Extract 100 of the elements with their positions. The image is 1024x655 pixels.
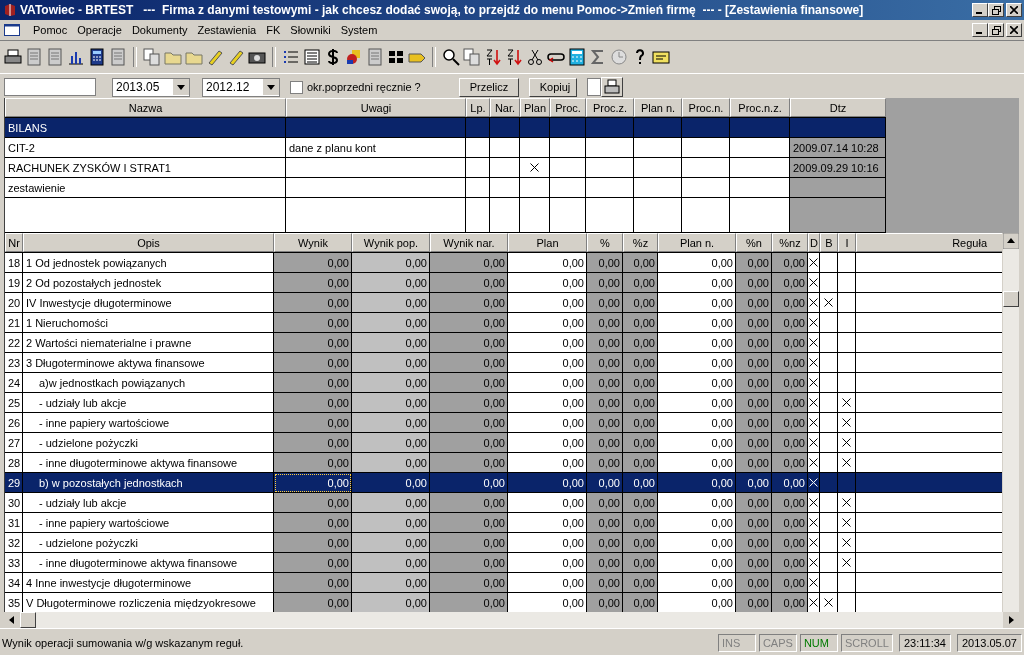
table-row[interactable]: 19 2 Od pozostałych jednostek 0,00 0,00 0,00 0,00 0,00 0,00 0,00 0,00 0,00 xyxy=(5,273,1002,293)
table-cell xyxy=(550,138,586,158)
column-header[interactable]: B xyxy=(820,233,838,252)
menu-item[interactable]: Pomoc xyxy=(28,24,73,36)
table-cell: 0,00 xyxy=(772,413,808,433)
pencil-icon[interactable] xyxy=(227,48,245,66)
table-row[interactable]: 18 1 Od jednostek powiązanych 0,00 0,00 0,00 0,00 0,00 0,00 0,00 0,00 0,00 xyxy=(5,253,1002,273)
calculator-icon[interactable] xyxy=(568,48,586,66)
close-button[interactable] xyxy=(1006,3,1022,17)
menu-item[interactable]: Operacje xyxy=(72,24,127,36)
table-row[interactable]: 30 - udziały lub akcje 0,00 0,00 0,00 0,00 0,00 0,00 0,00 0,00 0,00 xyxy=(5,493,1002,513)
column-header[interactable]: Opis xyxy=(23,233,274,252)
column-header[interactable]: Nar. xyxy=(490,98,520,117)
scrollbar-thumb[interactable] xyxy=(20,612,36,628)
menu-item[interactable]: Dokumenty xyxy=(126,24,193,36)
column-header[interactable]: Lp. xyxy=(466,98,490,117)
table-cell: 0,00 xyxy=(587,593,623,612)
input-field[interactable] xyxy=(4,78,96,96)
column-header[interactable]: Proc.n. xyxy=(682,98,730,117)
table-cell: 0,00 xyxy=(508,373,587,393)
table-row[interactable]: CIT-2 dane z planu kont 2009.07.14 10:28 xyxy=(5,138,886,158)
table-cell: 0,00 xyxy=(587,473,623,493)
restore-button[interactable] xyxy=(988,3,1004,17)
scroll-right-icon[interactable] xyxy=(1003,612,1019,628)
table-cell: a)w jednostkach powiązanych xyxy=(23,373,274,393)
sort-icon[interactable] xyxy=(484,48,502,66)
table-row[interactable]: 20 IV Inwestycje długoterminowe 0,00 0,00 0,00 0,00 0,00 0,00 0,00 0,00 0,00 xyxy=(5,293,1002,313)
table-row[interactable]: 33 - inne długoterminowe aktywa finansowe 0,00 0,00 0,00 0,00 0,00 0,00 0,00 0,00 0,00 xyxy=(5,553,1002,573)
column-header[interactable]: Proc.z. xyxy=(586,98,634,117)
column-header[interactable]: Wynik nar. xyxy=(430,233,508,252)
column-header[interactable]: D xyxy=(808,233,820,252)
table-row[interactable]: zestawienie xyxy=(5,178,886,198)
column-header[interactable]: % xyxy=(587,233,623,252)
list-icon[interactable] xyxy=(303,48,321,66)
list-icon[interactable] xyxy=(282,48,300,66)
table-cell xyxy=(466,138,490,158)
column-header[interactable]: I xyxy=(838,233,856,252)
period-dropdown[interactable]: 2013.05 xyxy=(112,77,190,97)
action-button[interactable]: Przelicz xyxy=(458,77,519,97)
table-row[interactable]: 22 2 Wartości niematerialne i prawne 0,00 0,00 0,00 0,00 0,00 0,00 0,00 0,00 0,00 xyxy=(5,333,1002,353)
minimize-button[interactable] xyxy=(972,23,988,37)
column-header[interactable]: Wynik pop. xyxy=(352,233,430,252)
table-row[interactable]: 25 - udziały lub akcje 0,00 0,00 0,00 0,00 0,00 0,00 0,00 0,00 0,00 xyxy=(5,393,1002,413)
scrollbar-thumb[interactable] xyxy=(1003,291,1019,307)
column-header[interactable]: Dtz xyxy=(790,98,886,117)
menu-item[interactable]: Zestawienia xyxy=(192,24,262,36)
print-button[interactable] xyxy=(600,77,623,97)
action-button[interactable]: Kopiuj xyxy=(528,77,577,97)
search-icon[interactable] xyxy=(442,48,460,66)
vertical-scrollbar[interactable] xyxy=(1002,233,1019,612)
card-icon[interactable] xyxy=(652,48,670,66)
table-cell: 0,00 xyxy=(772,353,808,373)
table-row[interactable]: 34 4 Inne inwestycje długoterminowe 0,00 0,00 0,00 0,00 0,00 0,00 0,00 0,00 0,00 xyxy=(5,573,1002,593)
period-dropdown[interactable]: 2012.12 xyxy=(202,77,280,97)
table-row[interactable]: 26 - inne papiery wartościowe 0,00 0,00 0,00 0,00 0,00 0,00 0,00 0,00 0,00 xyxy=(5,413,1002,433)
column-header[interactable]: Wynik xyxy=(274,233,352,252)
column-header[interactable]: Plan xyxy=(508,233,587,252)
grid-icon[interactable] xyxy=(387,48,405,66)
column-header[interactable]: %n xyxy=(736,233,772,252)
table-row[interactable]: 31 - inne papiery wartościowe 0,00 0,00 0,00 0,00 0,00 0,00 0,00 0,00 0,00 xyxy=(5,513,1002,533)
table-row[interactable]: BILANS xyxy=(5,118,886,138)
menu-item[interactable]: FK xyxy=(261,24,286,36)
column-header[interactable]: %nz xyxy=(772,233,808,252)
pencil-icon[interactable] xyxy=(206,48,224,66)
copy-icon[interactable] xyxy=(463,48,481,66)
column-header[interactable]: Nr xyxy=(5,233,23,252)
table-cell: 0,00 xyxy=(736,253,772,273)
table-row[interactable]: 29 b) w pozostałych jednostkach 0,00 0,00 0,00 0,00 0,00 0,00 0,00 0,00 0,00 xyxy=(5,473,1002,493)
table-row[interactable]: 32 - udzielone pożyczki 0,00 0,00 0,00 0,00 0,00 0,00 0,00 0,00 0,00 xyxy=(5,533,1002,553)
column-header[interactable]: Proc. xyxy=(550,98,586,117)
calculator-icon[interactable] xyxy=(88,48,106,66)
shapes-icon[interactable] xyxy=(345,48,363,66)
minimize-button[interactable] xyxy=(972,3,988,17)
restore-button[interactable] xyxy=(988,23,1004,37)
column-header[interactable]: %z xyxy=(623,233,658,252)
table-cell xyxy=(634,198,682,233)
checkbox[interactable] xyxy=(290,80,303,94)
table-row[interactable]: 24 a)w jednostkach powiązanych 0,00 0,00 0,00 0,00 0,00 0,00 0,00 0,00 0,00 xyxy=(5,373,1002,393)
table-row[interactable]: 28 - inne długoterminowe aktywa finansowe 0,00 0,00 0,00 0,00 0,00 0,00 0,00 0,00 0,00 xyxy=(5,453,1002,473)
table-row[interactable]: RACHUNEK ZYSKÓW I STRAT1 2009.09.29 10:16 xyxy=(5,158,886,178)
column-header[interactable]: Uwagi xyxy=(286,98,466,117)
scroll-left-icon[interactable] xyxy=(4,612,20,628)
column-header[interactable]: Plan n. xyxy=(658,233,736,252)
menu-item[interactable]: Słowniki xyxy=(285,24,336,36)
table-cell: - udziały lub akcje xyxy=(23,393,274,413)
scissors-icon[interactable] xyxy=(526,48,544,66)
table-row[interactable]: 21 1 Nieruchomości 0,00 0,00 0,00 0,00 0,00 0,00 0,00 0,00 0,00 xyxy=(5,313,1002,333)
scroll-up-icon[interactable] xyxy=(1003,233,1019,249)
menu-item[interactable]: System xyxy=(335,24,383,36)
column-header[interactable]: Plan xyxy=(520,98,550,117)
table-row[interactable]: 27 - udzielone pożyczki 0,00 0,00 0,00 0,00 0,00 0,00 0,00 0,00 0,00 xyxy=(5,433,1002,453)
sort-icon[interactable] xyxy=(505,48,523,66)
printer-icon[interactable] xyxy=(4,48,22,66)
copy-icon[interactable] xyxy=(143,48,161,66)
column-header[interactable]: Proc.n.z. xyxy=(730,98,790,117)
column-header[interactable]: Nazwa xyxy=(5,98,286,117)
color-swatch[interactable] xyxy=(586,78,601,96)
close-button[interactable] xyxy=(1006,23,1022,37)
column-header[interactable]: Plan n. xyxy=(634,98,682,117)
table-row[interactable]: 23 3 Długoterminowe aktywa finansowe 0,00 0,00 0,00 0,00 0,00 0,00 0,00 0,00 0,00 xyxy=(5,353,1002,373)
